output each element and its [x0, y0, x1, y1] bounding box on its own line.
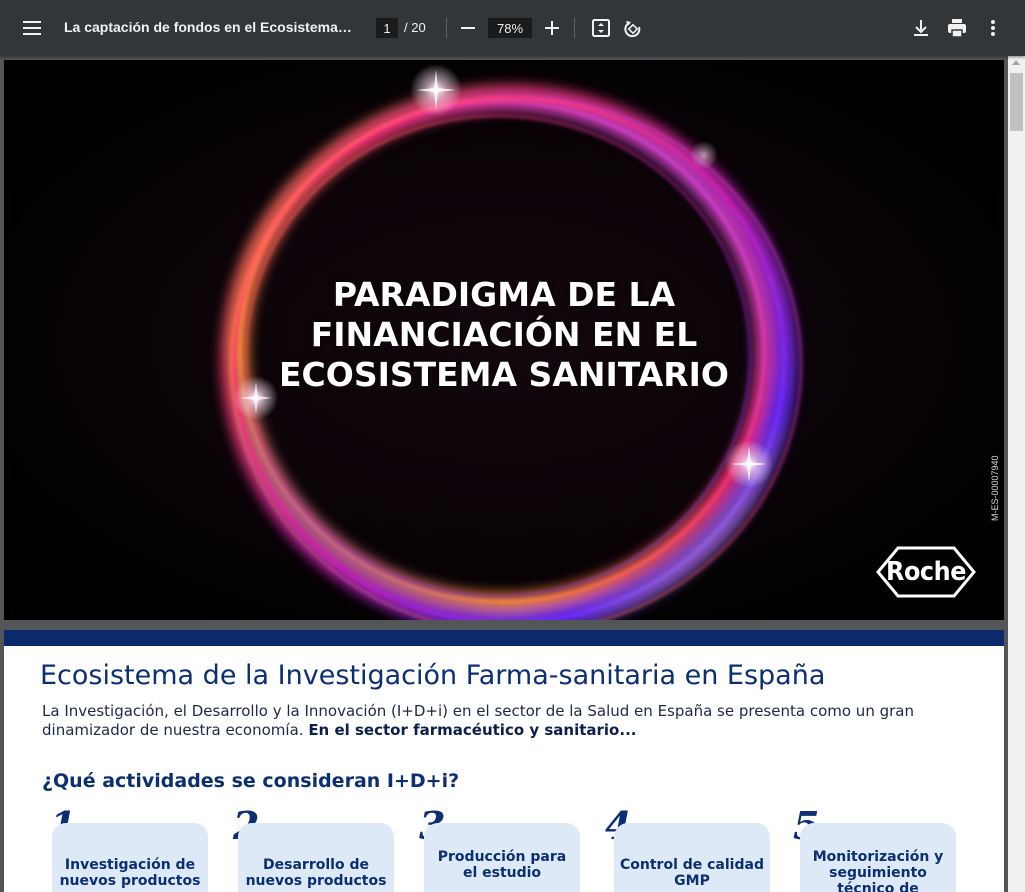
activity-label: Control de calidad GMP — [620, 857, 764, 889]
activity-label: Investigación de nuevos productos — [59, 857, 201, 889]
activity-card: Producción para el estudio — [424, 823, 580, 892]
scrollbar-thumb[interactable] — [1010, 73, 1023, 131]
document-title: La captación de fondos en el Ecosistema … — [64, 19, 354, 35]
activity-label: Monitorización y seguimiento técnico de … — [812, 849, 944, 892]
pdf-toolbar: La captación de fondos en el Ecosistema … — [0, 0, 1025, 56]
vertical-scrollbar[interactable] — [1008, 56, 1025, 892]
page-number-input[interactable] — [376, 18, 398, 38]
activity-card: Desarrollo de nuevos productos — [238, 823, 394, 892]
activity-label: Producción para el estudio — [437, 849, 567, 881]
cover-title-line: PARADIGMA DE LA — [332, 275, 676, 314]
header-band — [4, 630, 1004, 646]
download-icon[interactable] — [910, 17, 932, 39]
cover-title: PARADIGMA DE LA FINANCIACIÓN EN EL ECOSI… — [254, 275, 754, 395]
pdf-page-cover: PARADIGMA DE LA FINANCIACIÓN EN EL ECOSI… — [4, 60, 1004, 620]
page-heading: Ecosistema de la Investigación Farma-san… — [40, 660, 826, 691]
zoom-out-icon[interactable] — [458, 18, 478, 38]
rotate-icon[interactable] — [622, 17, 644, 39]
document-code: M-ES-00007940 — [990, 455, 1000, 521]
toolbar-divider — [446, 18, 447, 38]
roche-logo: Roche — [876, 546, 976, 598]
zoom-in-icon[interactable] — [542, 18, 562, 38]
activity-card: Monitorización y seguimiento técnico de … — [800, 823, 956, 892]
activity-card: Investigación de nuevos productos — [52, 823, 208, 892]
logo-text: Roche — [885, 557, 966, 587]
print-icon[interactable] — [946, 17, 968, 39]
cover-title-line: FINANCIACIÓN EN EL — [310, 315, 698, 354]
page-total: / 20 — [404, 20, 426, 35]
pdf-page-2: Ecosistema de la Investigación Farma-san… — [4, 630, 1004, 892]
more-vert-icon[interactable] — [982, 17, 1004, 39]
zoom-level-input[interactable] — [488, 18, 532, 38]
activity-label: Desarrollo de nuevos productos — [245, 857, 387, 889]
fit-page-icon[interactable] — [590, 17, 612, 39]
section-question: ¿Qué actividades se consideran I+D+i? — [42, 770, 460, 792]
scroll-up-arrow-icon[interactable] — [1012, 60, 1020, 65]
intro-paragraph: La Investigación, el Desarrollo y la Inn… — [42, 702, 982, 740]
intro-bold-text: En el sector farmacéutico y sanitario... — [308, 721, 637, 739]
toolbar-divider — [574, 18, 575, 38]
cover-title-line: ECOSISTEMA SANITARIO — [279, 355, 729, 394]
menu-icon[interactable] — [18, 16, 46, 40]
activity-card: Control de calidad GMP — [614, 823, 770, 892]
